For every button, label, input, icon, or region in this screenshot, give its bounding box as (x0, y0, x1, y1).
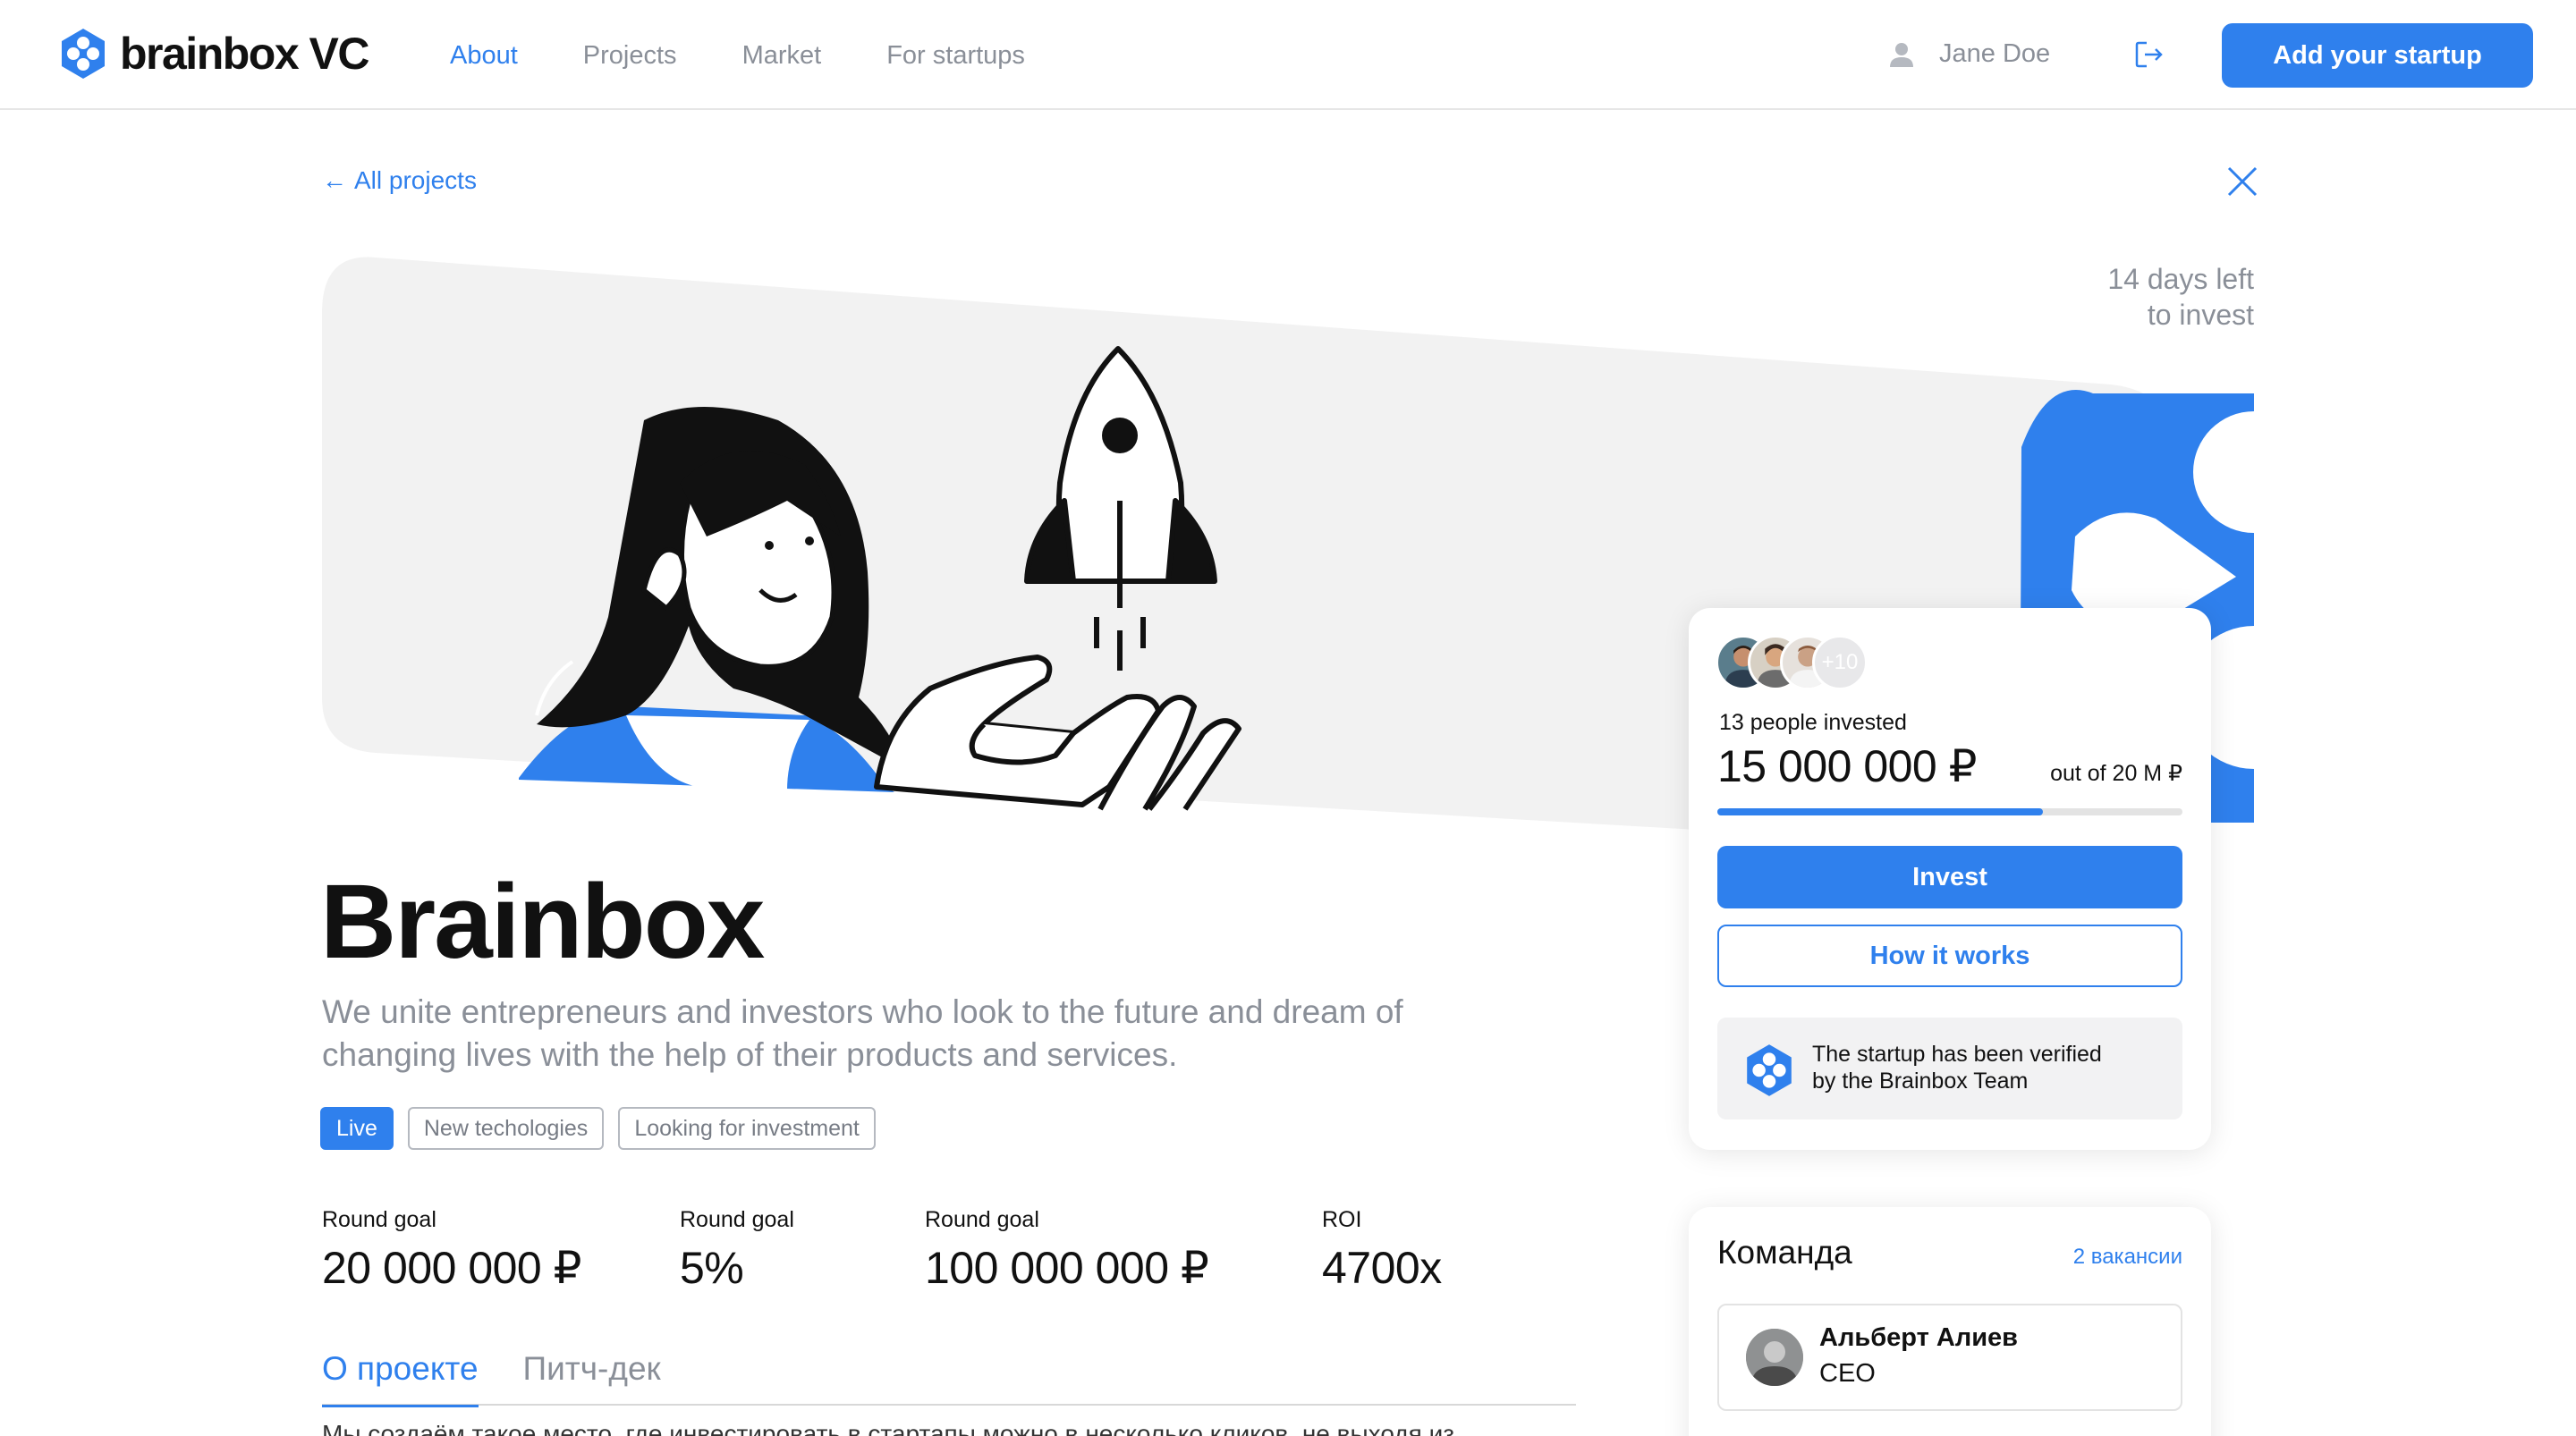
funding-target: out of 20 M ₽ (2050, 761, 2182, 786)
stat-label: Round goal (680, 1207, 794, 1232)
invest-button[interactable]: Invest (1717, 846, 2182, 908)
team-member[interactable]: Альберт Алиев CEO (1717, 1304, 2182, 1411)
stat-label: Round goal (322, 1207, 436, 1232)
invested-amount: 15 000 000 ₽ (1717, 741, 1977, 791)
stat-value: 100 000 000 ₽ (925, 1243, 1209, 1293)
rocket-illustration (1024, 346, 1217, 671)
user-icon (1890, 42, 1913, 67)
hand-illustration (874, 655, 1241, 811)
stat-value: 4700x (1322, 1243, 1442, 1293)
logout-icon[interactable] (2134, 39, 2165, 70)
verified-notice: The startup has been verified by the Bra… (1717, 1018, 2182, 1119)
days-left-line1: 14 days left (2107, 263, 2254, 295)
verified-line2: by the Brainbox Team (1812, 1069, 2029, 1094)
verified-text: The startup has been verified by the Bra… (1812, 1041, 2102, 1094)
brand-name: brainbox VC (120, 29, 369, 79)
avatar (1746, 1329, 1803, 1386)
member-role: CEO (1819, 1359, 1876, 1388)
investor-avatars: +10 (1716, 635, 1868, 690)
tag-live[interactable]: Live (320, 1107, 394, 1150)
verified-line1: The startup has been verified (1812, 1042, 2102, 1067)
vacancies-link[interactable]: 2 вакансии (2073, 1245, 2182, 1270)
back-link[interactable]: ← All projects (322, 166, 477, 195)
stat-label: ROI (1322, 1207, 1362, 1232)
stat-round-goal-amount: Round goal 20 000 000 ₽ (322, 1207, 581, 1294)
nav-projects[interactable]: Projects (583, 41, 677, 71)
back-link-label: All projects (354, 166, 477, 194)
add-startup-button[interactable]: Add your startup (2222, 23, 2533, 88)
stat-value: 20 000 000 ₽ (322, 1243, 581, 1293)
tab-pitch-deck[interactable]: Питч-дек (523, 1350, 661, 1406)
main-nav: About Projects Market For startups (450, 41, 1090, 71)
more-investors-badge[interactable]: +10 (1812, 635, 1868, 690)
top-navbar: brainbox VC About Projects Market For st… (0, 0, 2576, 110)
team-title: Команда (1717, 1234, 1852, 1271)
how-it-works-button[interactable]: How it works (1717, 925, 2182, 987)
funding-progress-fill (1717, 808, 2043, 815)
tab-about-project[interactable]: О проекте (322, 1350, 479, 1407)
funding-progress-bar (1717, 808, 2182, 815)
project-subtitle: We unite entrepreneurs and investors who… (322, 993, 1403, 1073)
member-name: Альберт Алиев (1819, 1323, 2018, 1352)
stat-roi: ROI 4700x (1322, 1207, 1442, 1294)
woman-illustration (519, 407, 903, 792)
tag-looking-for-investment[interactable]: Looking for investment (618, 1107, 876, 1150)
project-tags: Live New techologies Looking for investm… (320, 1107, 890, 1150)
close-icon[interactable] (2225, 165, 2259, 199)
user-name: Jane Doe (1939, 39, 2051, 68)
brainbox-verified-icon (1747, 1044, 1792, 1096)
nav-about[interactable]: About (450, 41, 518, 71)
brand-logo[interactable]: brainbox VC (59, 27, 369, 80)
project-description: Мы создаём такое место, где инвестироват… (322, 1420, 1455, 1436)
brainbox-logo-icon (62, 29, 105, 79)
nav-for-startups[interactable]: For startups (886, 41, 1025, 71)
stat-round-goal-valuation: Round goal 100 000 000 ₽ (925, 1207, 1209, 1294)
stat-round-goal-percent: Round goal 5% (680, 1207, 794, 1294)
invest-card: +10 13 people invested 15 000 000 ₽ out … (1689, 608, 2211, 1150)
invested-count: 13 people invested (1719, 710, 1907, 735)
stat-value: 5% (680, 1243, 744, 1293)
nav-market[interactable]: Market (742, 41, 822, 71)
project-title: Brainbox (320, 863, 765, 981)
team-card: Команда 2 вакансии Альберт Алиев CEO (1689, 1207, 2211, 1436)
project-tabs: О проекте Питч-дек (322, 1350, 1576, 1407)
arrow-left-icon: ← (322, 166, 347, 194)
tag-new-technologies[interactable]: New techologies (407, 1107, 605, 1150)
days-left: 14 days left to invest (2039, 261, 2254, 333)
user-menu[interactable]: Jane Doe (1887, 39, 2050, 69)
stat-label: Round goal (925, 1207, 1039, 1232)
days-left-line2: to invest (2147, 299, 2254, 331)
